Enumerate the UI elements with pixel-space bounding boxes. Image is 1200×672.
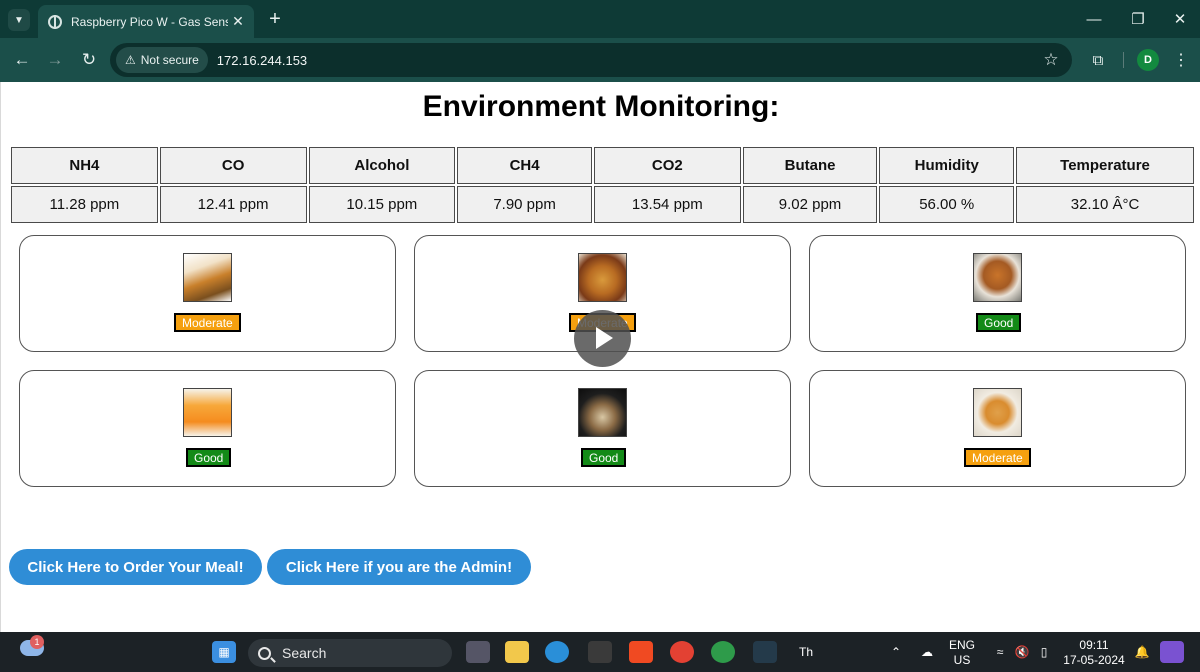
table-header: NH4 [11,147,158,184]
language-indicator[interactable]: ENG US [944,638,980,668]
table-header: Temperature [1016,147,1194,184]
order-meal-button[interactable]: Click Here to Order Your Meal! [9,549,262,585]
table-cell: 13.54 ppm [593,186,741,223]
start-icon[interactable]: ▦ [212,641,236,663]
task-view-icon[interactable] [466,641,490,663]
search-label: Search [282,645,327,661]
clock[interactable]: 09:11 17-05-2024 [1060,638,1128,668]
orange-juice-image [183,388,232,437]
volume-mute-icon[interactable]: 🔇 [1010,641,1034,663]
toolbar-divider [1123,52,1124,68]
reload-button[interactable]: ↻ [77,48,101,72]
battery-icon[interactable]: ▯ [1032,641,1056,663]
food-card: Good [809,235,1186,352]
table-header-row: NH4 CO Alcohol CH4 CO2 Butane Humidity T… [11,147,1194,184]
table-header: CH4 [457,147,592,184]
search-icon [258,646,271,660]
fries-image [973,388,1022,437]
food-card: Good [19,370,396,487]
wifi-icon[interactable]: ≈ [988,641,1012,663]
table-cell: 9.02 ppm [742,186,878,223]
address-bar[interactable]: ⚠ Not secure 172.16.244.153 ☆ [110,43,1072,77]
page-title: Environment Monitoring: [422,90,780,123]
tab-close-icon[interactable]: ✕ [228,12,248,32]
copilot-icon[interactable] [1160,641,1184,663]
chevron-up-icon[interactable]: ⌃ [884,641,908,663]
play-icon[interactable] [574,310,631,367]
browser-toolbar: ← → ↻ ⚠ Not secure 172.16.244.153 ☆ ⧉ D … [0,38,1200,82]
url-text[interactable]: 172.16.244.153 [217,53,307,68]
table-header: Butane [742,147,878,184]
security-label: Not secure [140,53,199,67]
fried-snack-image [183,253,232,302]
table-row: 11.28 ppm 12.41 ppm 10.15 ppm 7.90 ppm 1… [11,186,1194,223]
chrome-profile-icon[interactable] [711,641,735,663]
sensor-readings-table: NH4 CO Alcohol CH4 CO2 Butane Humidity T… [9,145,1196,225]
new-tab-button[interactable]: + [264,8,286,30]
taskbar: 1 ▦ Search Th ⌃ ☁ ENG US ≈ 🔇 ▯ 09:11 17-… [0,632,1200,672]
status-badge: Moderate [964,448,1031,467]
status-badge: Good [186,448,232,467]
table-cell: 7.90 ppm [457,186,592,223]
food-card: Good [414,370,791,487]
tab-strip: ▼ Raspberry Pico W - Gas Sensor ✕ + — ❐ … [0,0,1200,38]
table-header: CO2 [593,147,741,184]
bookmark-star-icon[interactable]: ☆ [1040,49,1062,71]
site-info-chip[interactable]: ⚠ Not secure [116,47,208,73]
samosa-image [578,253,627,302]
active-tab[interactable]: Raspberry Pico W - Gas Sensor ✕ [38,5,254,38]
admin-button[interactable]: Click Here if you are the Admin! [267,549,531,585]
status-badge: Moderate [174,313,241,332]
warning-icon: ⚠ [125,53,136,67]
tab-search-button[interactable]: ▼ [8,9,30,31]
status-badge: Good [581,448,627,467]
language-code: ENG [948,638,975,652]
thonny-icon[interactable]: Th [794,641,818,663]
clock-date: 17-05-2024 [1063,653,1125,667]
food-card: Moderate [809,370,1186,487]
store-icon[interactable] [588,641,612,663]
profile-avatar[interactable]: D [1137,49,1159,71]
back-button[interactable]: ← [10,48,34,72]
notification-badge: 1 [30,635,44,649]
table-header: CO [159,147,307,184]
restore-button[interactable]: ❐ [1116,6,1160,32]
table-cell: 11.28 ppm [11,186,158,223]
web-page: Environment Monitoring: NH4 CO Alcohol C… [0,82,1200,632]
table-cell: 12.41 ppm [159,186,307,223]
table-cell: 10.15 ppm [308,186,456,223]
taskbar-search[interactable]: Search [248,639,452,667]
close-window-button[interactable]: ✕ [1158,6,1200,32]
cloud-icon[interactable]: ☁ [915,641,939,663]
app-icon[interactable] [753,641,777,663]
clock-time: 09:11 [1079,638,1109,652]
keyboard-region: US [953,653,971,667]
table-header: Humidity [879,147,1015,184]
chrome-icon[interactable] [670,641,694,663]
table-header: Alcohol [308,147,456,184]
extensions-icon[interactable]: ⧉ [1086,48,1110,72]
tab-title: Raspberry Pico W - Gas Sensor [71,14,228,29]
noodles-image [973,253,1022,302]
table-cell: 56.00 % [879,186,1015,223]
file-explorer-icon[interactable] [505,641,529,663]
forward-button[interactable]: → [43,48,67,72]
bell-icon[interactable]: 🔔 [1130,641,1154,663]
food-card: Moderate [19,235,396,352]
dish-image [578,388,627,437]
minimize-button[interactable]: — [1072,6,1116,32]
browser-menu-icon[interactable]: ⋮ [1170,48,1192,72]
table-cell: 32.10 Â°C [1016,186,1194,223]
brave-icon[interactable] [629,641,653,663]
globe-icon [48,14,62,29]
status-badge: Good [976,313,1022,332]
edge-icon[interactable] [545,641,569,663]
